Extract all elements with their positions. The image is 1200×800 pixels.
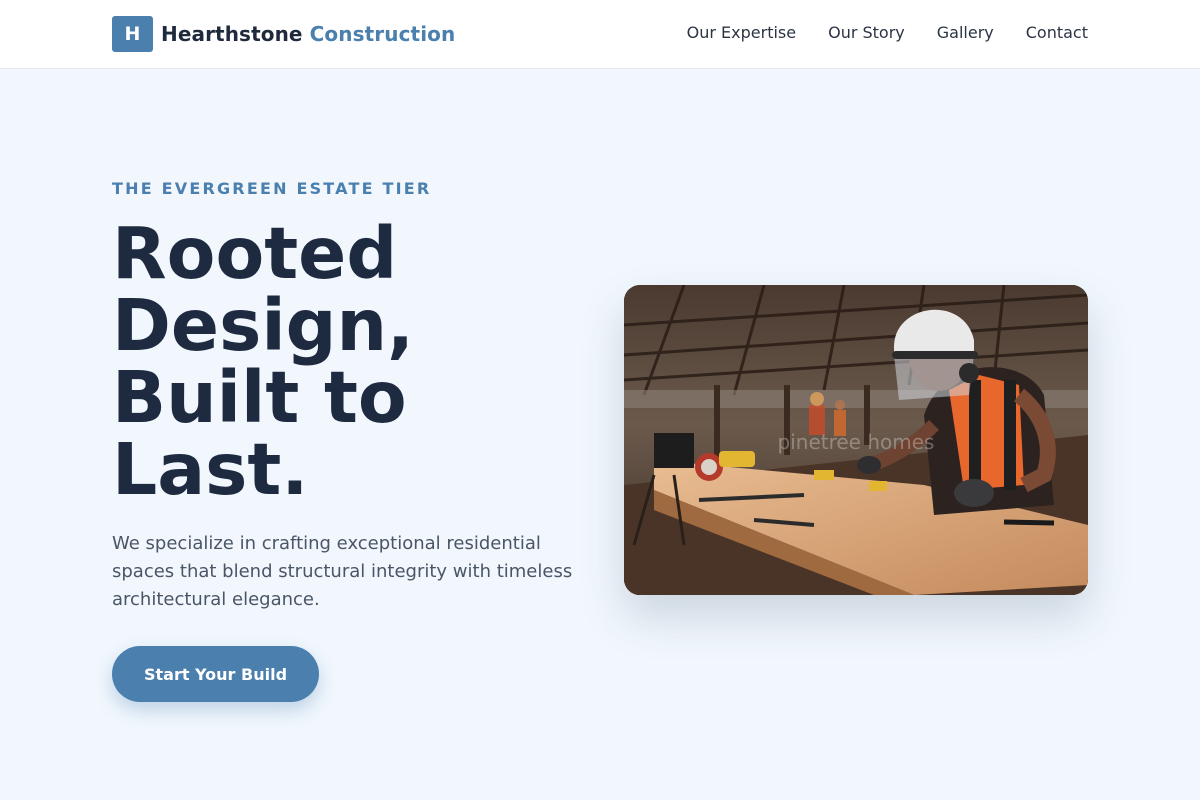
hero-photo: pinetree homes <box>624 285 1088 595</box>
hero-description: We specialize in crafting exceptional re… <box>112 533 573 610</box>
headline-line: Rooted <box>112 212 398 295</box>
nav-link-our-expertise[interactable]: Our Expertise <box>687 22 796 44</box>
headline-line: Built to <box>112 356 407 439</box>
logo-mark: H <box>112 16 153 52</box>
main-nav: Our Expertise Our Story Gallery Contact <box>655 22 1088 44</box>
nav-link-contact[interactable]: Contact <box>1026 22 1088 44</box>
hero-eyebrow: THE EVERGREEN ESTATE TIER <box>112 179 432 198</box>
headline-line: Last. <box>112 428 309 511</box>
nav-link-our-story[interactable]: Our Story <box>828 22 905 44</box>
brand-name-accent: Construction <box>309 22 456 46</box>
brand-name-primary: Hearthstone <box>161 22 303 46</box>
hero-headline: Rooted Design, Built to Last. <box>112 218 552 506</box>
headline-line: Design, <box>112 284 415 367</box>
brand-logo-link[interactable]: H Hearthstone Construction <box>112 16 455 52</box>
start-your-build-button[interactable]: Start Your Build <box>112 646 319 702</box>
site-header: H Hearthstone Construction Our Expertise… <box>0 0 1200 69</box>
nav-link-gallery[interactable]: Gallery <box>937 22 994 44</box>
brand-name: Hearthstone Construction <box>161 22 455 46</box>
image-watermark: pinetree homes <box>777 430 935 454</box>
